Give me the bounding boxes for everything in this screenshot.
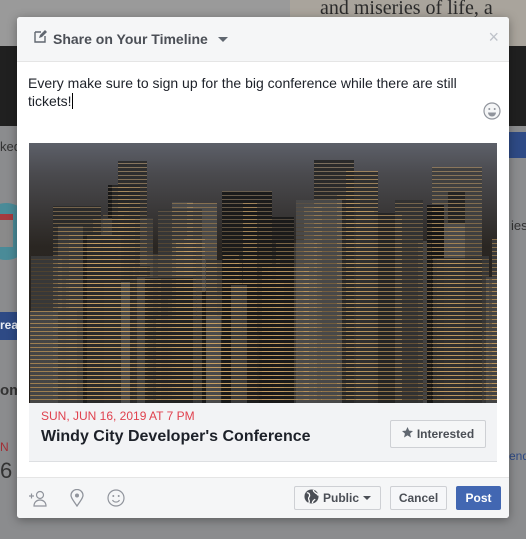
location-pin-icon[interactable] <box>70 489 84 507</box>
close-button[interactable]: × <box>488 27 499 48</box>
skyline-building <box>433 257 483 403</box>
background-text-fragment: N <box>0 440 9 454</box>
text-cursor <box>71 93 73 109</box>
event-info: SUN, JUN 16, 2019 AT 7 PM Windy City Dev… <box>29 403 497 462</box>
background-blue-button <box>509 132 526 158</box>
skyline-building <box>145 277 193 403</box>
share-destination-dropdown[interactable]: Share on Your Timeline <box>53 31 208 47</box>
emoji-icon[interactable] <box>483 102 501 124</box>
skyline-building <box>258 217 295 403</box>
background-text-fragment: rea <box>0 318 19 332</box>
skyline-building <box>205 316 222 403</box>
edit-icon <box>34 30 47 48</box>
audience-selector[interactable]: Public <box>294 486 381 510</box>
compose-textarea[interactable]: Every make sure to sign up for the big c… <box>17 62 509 142</box>
skyline-building <box>486 277 497 403</box>
share-dialog: Share on Your Timeline × Every make sure… <box>17 17 509 518</box>
event-cover-photo <box>29 143 497 403</box>
interested-label: Interested <box>416 427 475 441</box>
star-icon <box>401 427 413 441</box>
event-card[interactable]: SUN, JUN 16, 2019 AT 7 PM Windy City Dev… <box>29 143 497 462</box>
feeling-smiley-icon[interactable] <box>107 489 125 507</box>
dialog-header: Share on Your Timeline × <box>17 17 509 62</box>
background-calendar-page <box>0 214 13 247</box>
skyline-building <box>86 235 122 403</box>
skyline-building <box>231 285 247 403</box>
skyline-building <box>295 200 342 403</box>
globe-icon <box>304 489 319 507</box>
tag-friends-icon[interactable] <box>29 489 47 507</box>
skyline-building <box>58 226 83 403</box>
interested-button[interactable]: Interested <box>390 420 486 448</box>
background-text-fragment: ies <box>511 218 526 233</box>
background-text-fragment: 6 <box>0 458 13 483</box>
post-button[interactable]: Post <box>456 486 501 510</box>
chevron-down-icon <box>363 496 371 500</box>
compose-text: Every make sure to sign up for the big c… <box>28 75 457 109</box>
chevron-down-icon[interactable] <box>217 36 228 42</box>
background-text-fragment: end <box>509 449 526 463</box>
cancel-button[interactable]: Cancel <box>390 486 447 510</box>
audience-label: Public <box>322 491 359 505</box>
dialog-footer: Public Cancel Post <box>17 477 509 518</box>
skyline-building <box>395 200 423 403</box>
